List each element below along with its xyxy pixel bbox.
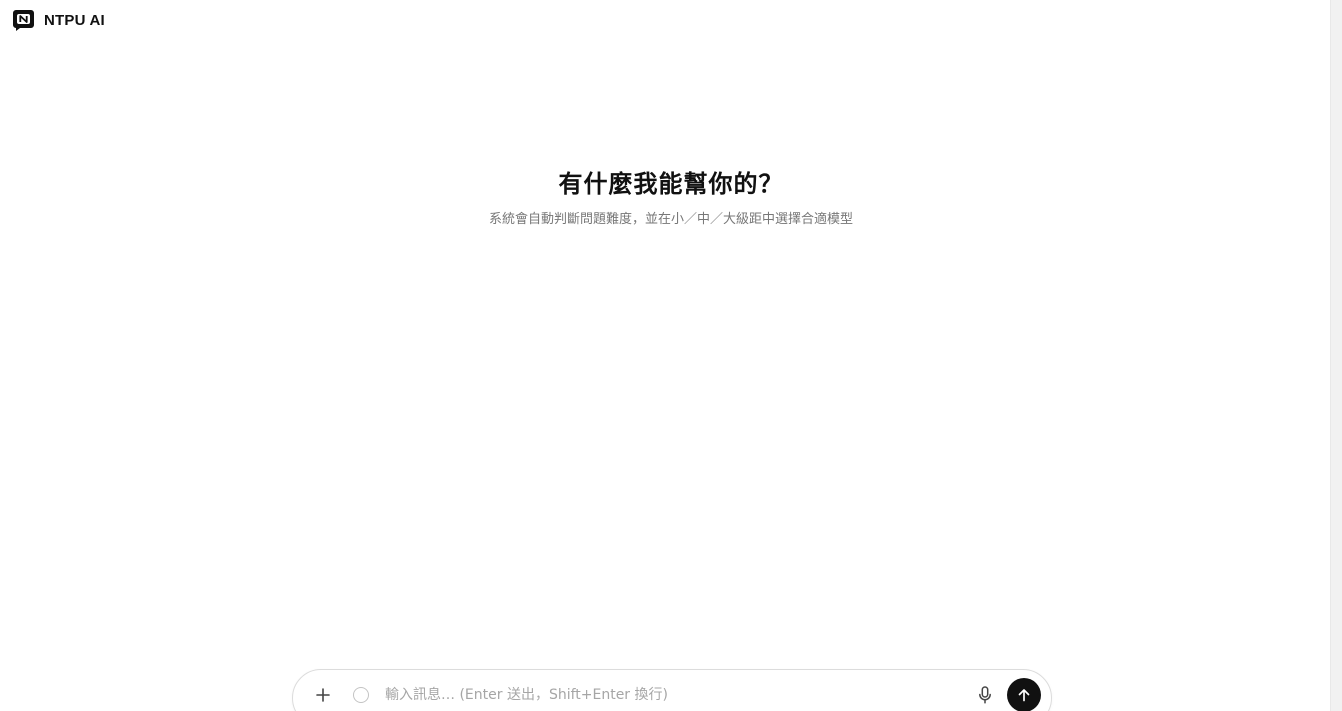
message-composer [292,669,1052,711]
message-input[interactable] [385,681,955,709]
attach-button[interactable] [311,683,335,707]
app-root: NTPU AI 有什麼我能幫你的？ 系統會自動判斷問題難度，並在小／中／大級距中… [0,0,1342,711]
page-subtitle: 系統會自動判斷問題難度，並在小／中／大級距中選擇合適模型 [488,212,853,227]
circle-icon [353,687,369,703]
page-scrollbar[interactable] [1330,0,1342,711]
microphone-button[interactable] [975,684,995,706]
arrow-up-icon [1018,689,1030,702]
chat-bubble-n-icon[interactable] [12,9,35,32]
hero: 有什麼我能幫你的？ 系統會自動判斷問題難度，並在小／中／大級距中選擇合適模型 [0,168,1342,230]
send-button[interactable] [1007,678,1041,711]
microphone-icon [979,686,991,704]
brand-name[interactable]: NTPU AI [44,12,105,29]
header: NTPU AI [12,7,105,33]
plus-icon [316,688,330,702]
page-title: 有什麼我能幫你的？ [558,170,784,198]
